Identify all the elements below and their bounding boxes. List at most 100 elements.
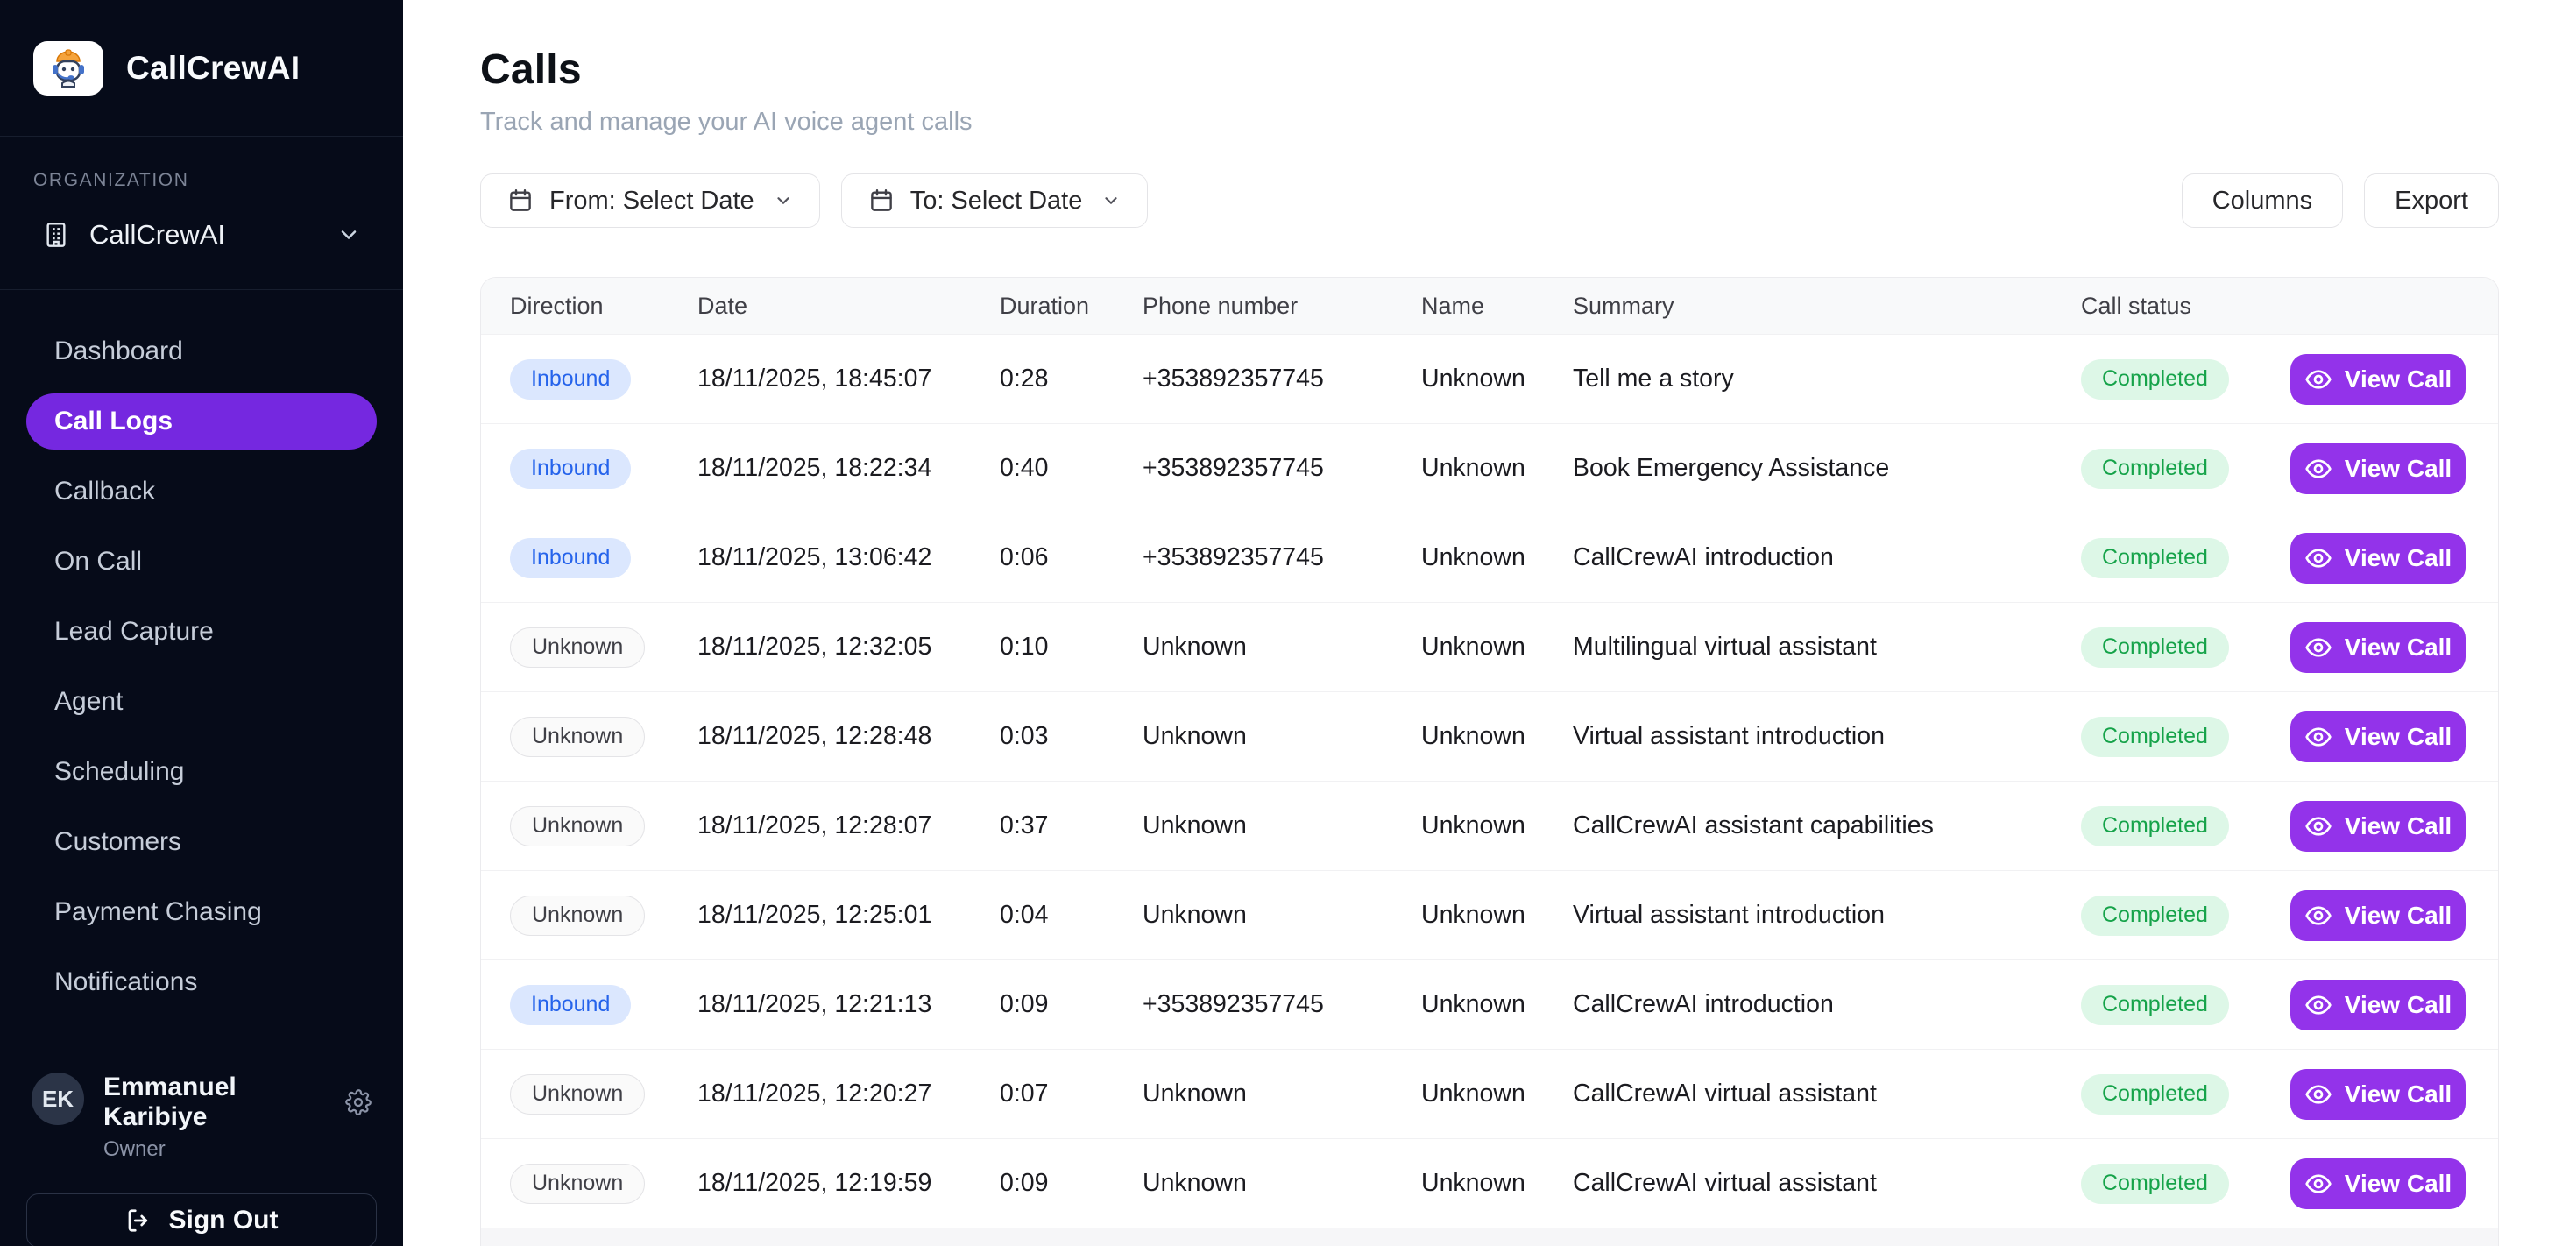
summary-cell: Virtual assistant introduction bbox=[1573, 722, 2081, 751]
direction-badge: Unknown bbox=[510, 1074, 645, 1115]
gear-icon[interactable] bbox=[345, 1089, 372, 1115]
name-cell: Unknown bbox=[1421, 811, 1573, 840]
status-badge: Completed bbox=[2081, 896, 2229, 936]
sidebar-item-payment-chasing[interactable]: Payment Chasing bbox=[26, 884, 377, 940]
sign-out-button[interactable]: Sign Out bbox=[26, 1193, 377, 1246]
summary-cell: Book Emergency Assistance bbox=[1573, 454, 2081, 483]
action-cell: View Call bbox=[2290, 980, 2472, 1030]
worker-headset-icon bbox=[46, 48, 90, 88]
sidebar-item-on-call[interactable]: On Call bbox=[26, 534, 377, 590]
direction-badge: Inbound bbox=[510, 538, 631, 578]
direction-badge: Unknown bbox=[510, 717, 645, 757]
sidebar-item-customers[interactable]: Customers bbox=[26, 814, 377, 870]
table-row: Inbound 18/11/2025, 18:45:07 0:28 +35389… bbox=[481, 334, 2498, 423]
date-cell: 18/11/2025, 12:28:07 bbox=[697, 811, 1000, 840]
direction-badge: Inbound bbox=[510, 359, 631, 400]
direction-badge: Unknown bbox=[510, 627, 645, 668]
direction-badge: Inbound bbox=[510, 449, 631, 489]
direction-cell: Unknown bbox=[510, 806, 697, 846]
name-cell: Unknown bbox=[1421, 722, 1573, 751]
toolbar: From: Select Date To: Select Date Column… bbox=[480, 173, 2499, 228]
col-header-direction: Direction bbox=[510, 293, 697, 320]
direction-cell: Unknown bbox=[510, 1074, 697, 1115]
app-logo bbox=[33, 41, 103, 96]
duration-cell: 0:37 bbox=[1000, 811, 1143, 840]
table-row: Inbound 18/11/2025, 13:06:42 0:06 +35389… bbox=[481, 513, 2498, 602]
duration-cell: 0:07 bbox=[1000, 1080, 1143, 1108]
status-cell: Completed bbox=[2081, 538, 2290, 578]
view-call-button[interactable]: View Call bbox=[2290, 443, 2466, 494]
view-call-button[interactable]: View Call bbox=[2290, 980, 2466, 1030]
view-call-button[interactable]: View Call bbox=[2290, 533, 2466, 584]
name-cell: Unknown bbox=[1421, 1080, 1573, 1108]
sidebar-item-notifications[interactable]: Notifications bbox=[26, 954, 377, 1010]
user-meta: Emmanuel Karibiye Owner bbox=[103, 1073, 372, 1162]
view-call-button[interactable]: View Call bbox=[2290, 801, 2466, 852]
building-icon bbox=[42, 221, 70, 249]
calls-table-card: DirectionDateDurationPhone numberNameSum… bbox=[480, 277, 2499, 1246]
view-call-button[interactable]: View Call bbox=[2290, 711, 2466, 762]
date-cell: 18/11/2025, 18:45:07 bbox=[697, 365, 1000, 393]
table-row: Unknown 18/11/2025, 12:28:48 0:03 Unknow… bbox=[481, 691, 2498, 781]
duration-cell: 0:40 bbox=[1000, 454, 1143, 483]
user-row: EK Emmanuel Karibiye Owner bbox=[26, 1073, 377, 1162]
phone-cell: +353892357745 bbox=[1143, 990, 1421, 1019]
view-call-button[interactable]: View Call bbox=[2290, 354, 2466, 405]
action-cell: View Call bbox=[2290, 1158, 2472, 1209]
direction-cell: Unknown bbox=[510, 627, 697, 668]
sidebar-item-dashboard[interactable]: Dashboard bbox=[26, 323, 377, 379]
duration-cell: 0:04 bbox=[1000, 901, 1143, 930]
eye-icon bbox=[2304, 455, 2332, 483]
from-date-filter[interactable]: From: Select Date bbox=[480, 173, 820, 228]
status-badge: Completed bbox=[2081, 1074, 2229, 1115]
sidebar-item-call-logs[interactable]: Call Logs bbox=[26, 393, 377, 450]
app-title: CallCrewAI bbox=[126, 50, 300, 87]
to-date-label: To: Select Date bbox=[910, 187, 1083, 216]
status-badge: Completed bbox=[2081, 538, 2229, 578]
direction-cell: Unknown bbox=[510, 717, 697, 757]
summary-cell: CallCrewAI introduction bbox=[1573, 990, 2081, 1019]
page-title: Calls bbox=[480, 46, 2499, 94]
eye-icon bbox=[2304, 723, 2332, 751]
direction-badge: Inbound bbox=[510, 985, 631, 1025]
from-date-label: From: Select Date bbox=[549, 187, 754, 216]
view-call-button[interactable]: View Call bbox=[2290, 890, 2466, 941]
status-badge: Completed bbox=[2081, 1164, 2229, 1204]
view-call-button[interactable]: View Call bbox=[2290, 1158, 2466, 1209]
status-cell: Completed bbox=[2081, 1074, 2290, 1115]
summary-cell: Virtual assistant introduction bbox=[1573, 901, 2081, 930]
date-cell: 18/11/2025, 18:22:34 bbox=[697, 454, 1000, 483]
status-cell: Completed bbox=[2081, 1164, 2290, 1204]
status-badge: Completed bbox=[2081, 985, 2229, 1025]
summary-cell: CallCrewAI introduction bbox=[1573, 543, 2081, 572]
col-header-duration: Duration bbox=[1000, 293, 1143, 320]
sidebar-item-callback[interactable]: Callback bbox=[26, 464, 377, 520]
name-cell: Unknown bbox=[1421, 633, 1573, 662]
view-call-button[interactable]: View Call bbox=[2290, 622, 2466, 673]
summary-cell: Tell me a story bbox=[1573, 365, 2081, 393]
organization-section: ORGANIZATION CallCrewAI bbox=[0, 137, 403, 290]
to-date-filter[interactable]: To: Select Date bbox=[841, 173, 1149, 228]
table-row: Inbound 18/11/2025, 12:21:13 0:09 +35389… bbox=[481, 959, 2498, 1049]
phone-cell: Unknown bbox=[1143, 811, 1421, 840]
action-cell: View Call bbox=[2290, 354, 2472, 405]
col-header-summary: Summary bbox=[1573, 293, 2081, 320]
name-cell: Unknown bbox=[1421, 454, 1573, 483]
calendar-icon bbox=[507, 188, 534, 214]
action-cell: View Call bbox=[2290, 711, 2472, 762]
name-cell: Unknown bbox=[1421, 990, 1573, 1019]
sidebar-item-lead-capture[interactable]: Lead Capture bbox=[26, 604, 377, 660]
organization-selector[interactable]: CallCrewAI bbox=[33, 219, 370, 251]
sidebar-item-agent[interactable]: Agent bbox=[26, 674, 377, 730]
view-call-button[interactable]: View Call bbox=[2290, 1069, 2466, 1120]
duration-cell: 0:03 bbox=[1000, 722, 1143, 751]
summary-cell: Multilingual virtual assistant bbox=[1573, 633, 2081, 662]
duration-cell: 0:28 bbox=[1000, 365, 1143, 393]
sidebar-item-scheduling[interactable]: Scheduling bbox=[26, 744, 377, 800]
export-button[interactable]: Export bbox=[2364, 173, 2499, 228]
avatar: EK bbox=[32, 1073, 84, 1125]
action-cell: View Call bbox=[2290, 1069, 2472, 1120]
name-cell: Unknown bbox=[1421, 1169, 1573, 1198]
col-header-call-status: Call status bbox=[2081, 293, 2290, 320]
columns-button[interactable]: Columns bbox=[2182, 173, 2343, 228]
